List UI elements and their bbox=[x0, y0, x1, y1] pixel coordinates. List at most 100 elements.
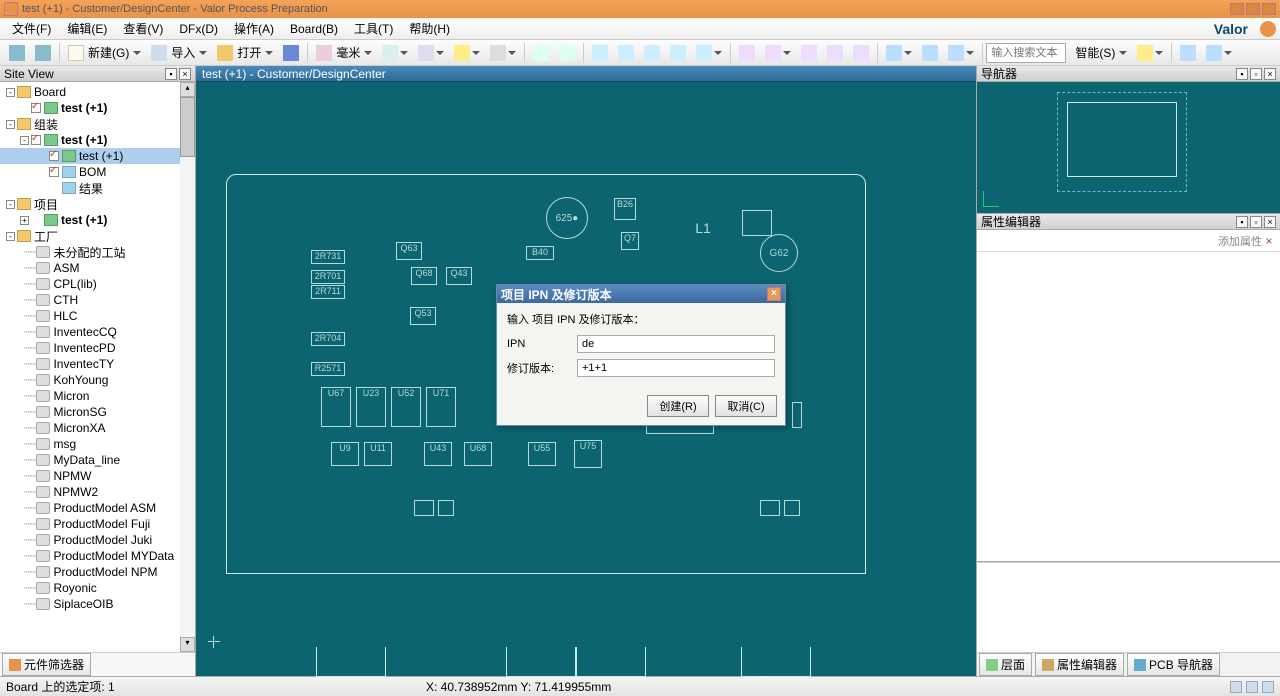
tab-property-editor[interactable]: 属性编辑器 bbox=[1035, 653, 1124, 676]
tree-node-result[interactable]: 结果 bbox=[0, 180, 195, 196]
menu-dfx[interactable]: DFx(D) bbox=[171, 20, 226, 38]
zoom-out-button[interactable] bbox=[613, 42, 639, 64]
tree-node-project[interactable]: -项目 bbox=[0, 196, 195, 212]
component-small3[interactable] bbox=[760, 500, 780, 516]
cancel-button[interactable]: 取消(C) bbox=[715, 395, 777, 417]
tree-node-board[interactable]: -Board bbox=[0, 84, 195, 100]
component-2r701[interactable]: 2R701 bbox=[311, 270, 345, 284]
view-button-1[interactable] bbox=[1175, 42, 1201, 64]
origin-button[interactable] bbox=[377, 42, 413, 64]
minimize-button[interactable] bbox=[1230, 3, 1244, 15]
tree-node-factory-item[interactable]: ┈┈ProductModel MYData bbox=[0, 548, 195, 564]
component-filter-button[interactable]: 元件筛选器 bbox=[2, 653, 91, 676]
zoom-in-button[interactable] bbox=[587, 42, 613, 64]
tree-node-test1[interactable]: test (+1) bbox=[0, 100, 195, 116]
status-icon-2[interactable] bbox=[1246, 681, 1258, 693]
close-icon[interactable]: × bbox=[1262, 234, 1276, 248]
close-pane-button[interactable]: × bbox=[179, 68, 191, 80]
tree-node-factory-item[interactable]: ┈┈CTH bbox=[0, 292, 195, 308]
tree-node-factory-item[interactable]: ┈┈SiplaceOIB bbox=[0, 596, 195, 612]
tree-node-factory-item[interactable]: ┈┈msg bbox=[0, 436, 195, 452]
scroll-up-button[interactable]: ▴ bbox=[180, 82, 195, 97]
tree-node-factory-item[interactable]: ┈┈CPL(lib) bbox=[0, 276, 195, 292]
component-q43[interactable]: Q43 bbox=[446, 267, 472, 285]
tree-node-factory-item[interactable]: ┈┈MicronXA bbox=[0, 420, 195, 436]
checkbox[interactable] bbox=[49, 167, 59, 177]
menu-view[interactable]: 查看(V) bbox=[115, 18, 171, 39]
tree-node-factory-item[interactable]: ┈┈ProductModel ASM bbox=[0, 500, 195, 516]
component-u68[interactable]: U68 bbox=[464, 442, 492, 466]
tree-node-factory-item[interactable]: ┈┈Micron bbox=[0, 388, 195, 404]
collapse-icon[interactable]: - bbox=[20, 136, 29, 145]
tab-layers[interactable]: 层面 bbox=[979, 653, 1032, 676]
tree-node-factory-item[interactable]: ┈┈NPMW bbox=[0, 468, 195, 484]
component-r2571[interactable]: R2571 bbox=[311, 362, 345, 376]
tree-node-test4[interactable]: +test (+1) bbox=[0, 212, 195, 228]
measure-button[interactable] bbox=[413, 42, 449, 64]
tree-node-factory-item[interactable]: ┈┈未分配的工站 bbox=[0, 244, 195, 260]
user-icon[interactable] bbox=[1260, 21, 1276, 37]
dock-button[interactable]: ▪ bbox=[1236, 216, 1248, 228]
add-property-row[interactable]: 添加属性 × bbox=[977, 230, 1280, 252]
layer-button-1[interactable] bbox=[881, 42, 917, 64]
tree-node-factory-item[interactable]: ┈┈MyData_line bbox=[0, 452, 195, 468]
unit-button[interactable]: 毫米 bbox=[311, 42, 377, 64]
status-icon-3[interactable] bbox=[1262, 681, 1274, 693]
pin-button[interactable]: ▫ bbox=[1250, 216, 1262, 228]
tree-scrollbar[interactable]: ▴ ▾ bbox=[180, 82, 195, 652]
close-pane-button[interactable]: × bbox=[1264, 68, 1276, 80]
scroll-thumb[interactable] bbox=[180, 97, 195, 157]
component-u23[interactable]: U23 bbox=[356, 387, 386, 427]
tree-node-factory-item[interactable]: ┈┈ASM bbox=[0, 260, 195, 276]
tree-node-factory-item[interactable]: ┈┈InventecPD bbox=[0, 340, 195, 356]
navigator-view[interactable] bbox=[977, 82, 1280, 214]
site-tree[interactable]: -Board test (+1) -组装 -test (+1) test (+1… bbox=[0, 82, 195, 652]
component-small2[interactable] bbox=[438, 500, 454, 516]
layer-button-3[interactable] bbox=[943, 42, 979, 64]
scroll-down-button[interactable]: ▾ bbox=[180, 637, 195, 652]
menu-file[interactable]: 文件(F) bbox=[4, 18, 59, 39]
menu-help[interactable]: 帮助(H) bbox=[401, 18, 458, 39]
new-button[interactable]: 新建(G) bbox=[63, 42, 146, 64]
dock-button[interactable]: ▪ bbox=[1236, 68, 1248, 80]
close-pane-button[interactable]: × bbox=[1264, 216, 1276, 228]
tree-node-factory-item[interactable]: ┈┈ProductModel Fuji bbox=[0, 516, 195, 532]
zoom-window-button[interactable] bbox=[665, 42, 691, 64]
grid-button-1[interactable] bbox=[734, 42, 760, 64]
tree-node-factory-item[interactable]: ┈┈InventecTY bbox=[0, 356, 195, 372]
component-l1[interactable]: L1 bbox=[693, 220, 713, 248]
collapse-icon[interactable]: - bbox=[6, 120, 15, 129]
component-b40[interactable]: B40 bbox=[526, 246, 554, 260]
checkbox[interactable] bbox=[49, 151, 59, 161]
close-window-button[interactable] bbox=[1262, 3, 1276, 15]
menu-board[interactable]: Board(B) bbox=[282, 20, 346, 38]
zoom-selection-button[interactable] bbox=[691, 42, 727, 64]
menu-edit[interactable]: 编辑(E) bbox=[59, 18, 115, 39]
tree-node-bom[interactable]: BOM bbox=[0, 164, 195, 180]
print-button[interactable] bbox=[485, 42, 521, 64]
component-edge[interactable] bbox=[792, 402, 802, 428]
expand-icon[interactable]: + bbox=[20, 216, 29, 225]
view-button-2[interactable] bbox=[1201, 42, 1237, 64]
pin-button[interactable]: ▫ bbox=[1250, 68, 1262, 80]
component-u75[interactable]: U75 bbox=[574, 440, 602, 468]
component-u67[interactable]: U67 bbox=[321, 387, 351, 427]
tree-node-factory[interactable]: -工厂 bbox=[0, 228, 195, 244]
collapse-icon[interactable]: - bbox=[6, 88, 15, 97]
open-button[interactable]: 打开 bbox=[212, 42, 278, 64]
component-2r731[interactable]: 2R731 bbox=[311, 250, 345, 264]
revision-input[interactable] bbox=[577, 359, 775, 377]
tree-node-test3[interactable]: test (+1) bbox=[0, 148, 195, 164]
component-small1[interactable] bbox=[414, 500, 434, 516]
smart-button[interactable]: 智能(S) bbox=[1066, 42, 1132, 64]
status-icon-1[interactable] bbox=[1230, 681, 1242, 693]
nav-back-button[interactable] bbox=[4, 42, 30, 64]
tab-pcb-navigator[interactable]: PCB 导航器 bbox=[1127, 653, 1220, 676]
design-tab[interactable]: test (+1) - Customer/DesignCenter bbox=[196, 66, 976, 82]
save-button[interactable] bbox=[278, 42, 304, 64]
component-small4[interactable] bbox=[784, 500, 800, 516]
component-g62[interactable]: G62 bbox=[760, 234, 798, 272]
select-tool-button[interactable] bbox=[528, 42, 554, 64]
checkbox[interactable] bbox=[31, 135, 41, 145]
dialog-title-bar[interactable]: 项目 IPN 及修订版本 × bbox=[497, 285, 785, 303]
